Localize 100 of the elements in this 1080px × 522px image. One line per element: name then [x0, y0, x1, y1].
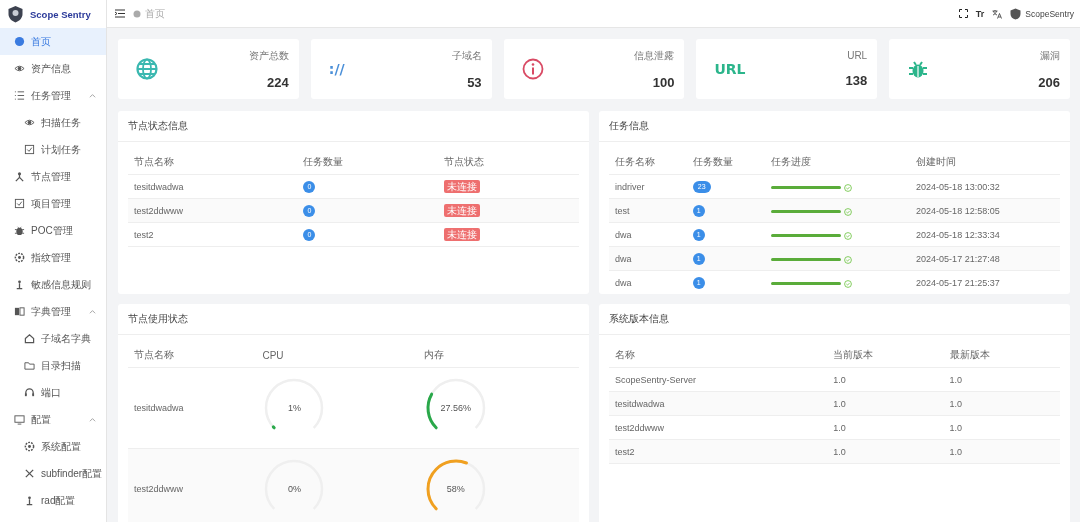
success-icon [843, 255, 852, 264]
column-header: 节点状态 [438, 150, 579, 175]
sidebar-item[interactable]: POC管理 [0, 217, 106, 244]
table-cell: 1.0 [943, 367, 1060, 392]
checklist-icon [24, 144, 35, 155]
headset-icon [24, 387, 35, 398]
logo-icon [7, 5, 24, 23]
stat-label: 资产总数 [248, 48, 289, 63]
stat-value: 224 [267, 74, 289, 90]
table-cell: 1.0 [827, 367, 944, 392]
caret-icon [89, 417, 96, 422]
pin-icon [14, 279, 25, 290]
menu-icon[interactable] [115, 9, 125, 18]
gauge-reading: 27.56% [440, 403, 471, 413]
table-cell: 1.0 [943, 415, 1060, 440]
sidebar-item[interactable]: 计划任务 [0, 136, 106, 163]
table-cell: dwa [609, 222, 687, 247]
sidebar-item[interactable]: 资产信息 [0, 55, 106, 82]
column-header: 创建时间 [910, 150, 1060, 175]
table-cell: 1.0 [943, 439, 1060, 464]
table-cell: indriver [609, 174, 687, 199]
bug-icon [14, 225, 25, 236]
dashboard-icon [133, 9, 141, 18]
table-cell: dwa [609, 270, 687, 294]
info-icon [521, 58, 544, 80]
table-cell: ScopeSentry-Server [609, 367, 828, 392]
translate-icon[interactable] [992, 8, 1003, 19]
list-icon [14, 90, 25, 101]
table-cell: test [609, 198, 687, 223]
caret-icon [89, 93, 96, 98]
stat-label: 信息泄露 [634, 48, 675, 63]
table-cell: tesitdwadwa [128, 367, 257, 449]
sidebar-item[interactable]: 任务管理 [0, 82, 106, 109]
link-icon: :// [328, 61, 345, 77]
card-title: 节点使用状态 [128, 312, 188, 326]
table-cell: 2024-05-18 12:33:34 [910, 222, 1060, 247]
success-icon [843, 207, 852, 216]
sidebar-item[interactable]: 指纹管理 [0, 244, 106, 271]
sidebar-item[interactable]: 首页 [0, 28, 106, 55]
sidebar-item[interactable]: 项目管理 [0, 190, 106, 217]
column-header: 任务数量 [297, 150, 439, 175]
stat-value: 138 [845, 73, 868, 88]
table-cell: 2024-05-17 21:25:37 [910, 270, 1060, 294]
sidebar-item[interactable]: 子域名字典 [0, 325, 106, 352]
column-header: 最新版本 [943, 343, 1060, 368]
fullscreen-icon[interactable] [958, 9, 968, 18]
column-header: 任务进度 [764, 150, 911, 175]
sidebar-item[interactable]: 系统配置 [0, 433, 106, 460]
link-icon: URL [714, 61, 746, 77]
table-cell: test2 [128, 222, 298, 247]
status-tag: 未连接 [444, 204, 481, 217]
table-cell: 1.0 [827, 391, 944, 416]
success-icon [843, 183, 852, 192]
checklist-icon [14, 198, 25, 209]
table-cell: 1.0 [943, 391, 1060, 416]
column-header: 任务数量 [686, 150, 765, 175]
column-header: 内存 [417, 343, 579, 368]
sidebar-item[interactable]: 扫描任务 [0, 109, 106, 136]
column-header: 任务名称 [609, 150, 687, 175]
node-icon [14, 171, 25, 182]
table-cell: tesitdwadwa [609, 391, 828, 416]
sidebar-item[interactable]: 敏感信息规则 [0, 271, 106, 298]
stat-value: 100 [652, 74, 675, 90]
table-cell: 2024-05-18 12:58:05 [910, 198, 1060, 223]
sidebar-item[interactable]: 目录扫描 [0, 352, 106, 379]
user-name[interactable]: ScopeSentry [1025, 8, 1074, 19]
house-icon [24, 333, 35, 344]
sidebar-item[interactable]: 配置 [0, 406, 106, 433]
globe-icon [136, 58, 158, 80]
brand-name: Scope Sentry [30, 8, 91, 20]
eye-icon [24, 117, 35, 128]
table-cell: 1.0 [827, 439, 944, 464]
sidebar-item[interactable]: 端口 [0, 379, 106, 406]
dashboard-icon [14, 36, 25, 47]
sidebar-item[interactable]: rad配置 [0, 487, 106, 514]
table-cell: test2ddwww [128, 198, 298, 223]
font-size-button[interactable]: Tr [975, 8, 985, 19]
column-header: 当前版本 [827, 343, 944, 368]
caret-icon [89, 309, 96, 314]
monitor-icon [14, 414, 25, 425]
avatar-icon [1010, 7, 1022, 20]
book-icon [14, 306, 25, 317]
sidebar-item[interactable]: 字典管理 [0, 298, 106, 325]
gauge-reading: 1% [287, 403, 301, 413]
gear-icon [24, 441, 35, 452]
eye-icon [14, 63, 25, 74]
table-cell: test2ddwww [609, 415, 828, 440]
gauge-reading: 58% [446, 484, 465, 494]
sidebar-item[interactable]: subfinder配置 [0, 460, 106, 487]
column-header: 节点名称 [128, 150, 298, 175]
status-tag: 未连接 [444, 228, 481, 241]
success-icon [843, 231, 852, 240]
table-cell: dwa [609, 246, 687, 271]
stat-value: 206 [1038, 74, 1060, 90]
stat-label: 漏洞 [1040, 48, 1060, 63]
sidebar-item[interactable]: 节点管理 [0, 163, 106, 190]
column-header: 名称 [609, 343, 828, 368]
success-icon [843, 279, 852, 288]
table-cell: 1.0 [827, 415, 944, 440]
table-cell: 2024-05-17 21:27:48 [910, 246, 1060, 271]
